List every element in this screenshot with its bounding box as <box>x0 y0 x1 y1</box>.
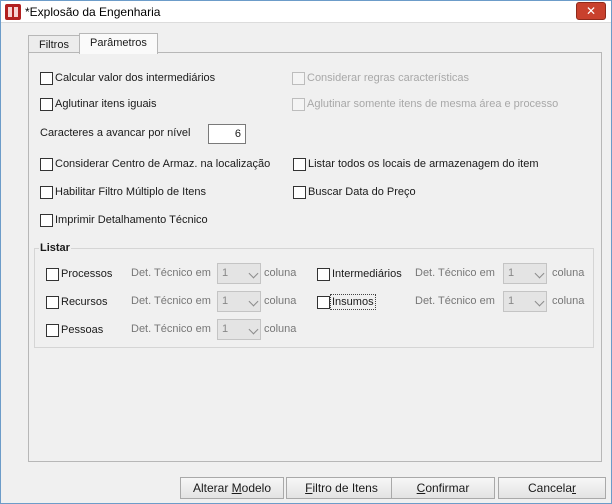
chevron-down-icon <box>248 296 259 307</box>
checkbox-box[interactable] <box>46 323 59 337</box>
checkbox-box[interactable] <box>317 267 330 281</box>
button-accel-key: r <box>572 481 577 495</box>
checkbox-box <box>292 97 305 111</box>
button-accel-key: M <box>231 481 242 495</box>
insumos-column-select: 1 <box>503 291 547 312</box>
tab-parametros[interactable]: Parâmetros <box>79 33 158 54</box>
imprimir-detalhamento-checkbox[interactable]: Imprimir Detalhamento Técnico <box>40 212 208 228</box>
imprimir-detalhamento-label: Imprimir Detalhamento Técnico <box>55 214 208 226</box>
processos-column-value: 1 <box>222 267 229 279</box>
checkbox-box <box>292 71 305 85</box>
aglutinar-mesma-area-label: Aglutinar somente itens de mesma área e … <box>307 98 559 110</box>
recursos-det-label: Det. Técnico em <box>131 295 211 307</box>
checkbox-box[interactable] <box>46 267 59 281</box>
button-text: Cancela <box>527 481 573 495</box>
listar-processos-label: Processos <box>61 268 113 280</box>
habilitar-filtro-checkbox[interactable]: Habilitar Filtro Múltiplo de Itens <box>40 184 206 200</box>
listar-pessoas-label: Pessoas <box>61 324 104 336</box>
confirmar-button[interactable]: Confirmar <box>391 477 495 499</box>
buscar-data-label: Buscar Data do Preço <box>308 186 416 198</box>
listar-recursos-checkbox[interactable]: Recursos <box>46 294 107 310</box>
insumos-coluna-label: coluna <box>552 295 585 307</box>
pessoas-det-label: Det. Técnico em <box>131 323 211 335</box>
recursos-column-select: 1 <box>217 291 261 312</box>
close-button[interactable]: ✕ <box>576 2 606 20</box>
checkbox-box[interactable] <box>46 295 59 309</box>
caracteres-input[interactable]: 6 <box>208 124 246 144</box>
aglutinar-mesma-area-checkbox: Aglutinar somente itens de mesma área e … <box>292 96 558 112</box>
title-bar: *Explosão da Engenharia ✕ <box>1 1 611 23</box>
processos-column-select: 1 <box>217 263 261 284</box>
checkbox-box[interactable] <box>293 185 306 199</box>
listar-processos-checkbox[interactable]: Processos <box>46 266 112 282</box>
checkbox-box[interactable] <box>40 71 53 85</box>
considerar-centro-checkbox[interactable]: Considerar Centro de Armaz. na localizaç… <box>40 156 270 172</box>
checkbox-box[interactable] <box>317 295 330 309</box>
button-text: onfirmar <box>425 481 470 495</box>
listar-insumos-label: Insumos <box>330 294 376 310</box>
chevron-down-icon <box>248 324 259 335</box>
checkbox-box[interactable] <box>40 157 53 171</box>
listar-group-title: Listar <box>39 242 71 254</box>
button-text: iltro de Itens <box>312 481 378 495</box>
habilitar-filtro-label: Habilitar Filtro Múltiplo de Itens <box>55 186 207 198</box>
cancelar-button[interactable]: Cancelar <box>498 477 606 499</box>
dialog-window: *Explosão da Engenharia ✕ Filtros Parâme… <box>0 0 612 504</box>
insumos-det-label: Det. Técnico em <box>415 295 495 307</box>
pessoas-column-value: 1 <box>222 323 229 335</box>
alterar-modelo-button[interactable]: Alterar Modelo <box>180 477 284 499</box>
considerar-regras-label: Considerar regras características <box>307 72 470 84</box>
listar-locais-label: Listar todos os locais de armazenagem do… <box>308 158 539 170</box>
listar-intermediarios-checkbox[interactable]: Intermediários <box>317 266 402 282</box>
pessoas-coluna-label: coluna <box>264 323 297 335</box>
buscar-data-checkbox[interactable]: Buscar Data do Preço <box>293 184 416 200</box>
intermediarios-column-value: 1 <box>508 267 515 279</box>
chevron-down-icon <box>534 268 545 279</box>
recursos-column-value: 1 <box>222 295 229 307</box>
intermediarios-column-select: 1 <box>503 263 547 284</box>
calcular-intermediarios-label: Calcular valor dos intermediários <box>55 72 216 84</box>
checkbox-box[interactable] <box>40 185 53 199</box>
checkbox-box[interactable] <box>40 97 53 111</box>
aglutinar-iguais-label: Aglutinar itens iguais <box>55 98 157 110</box>
processos-coluna-label: coluna <box>264 267 297 279</box>
button-text: Alterar <box>192 481 232 495</box>
calcular-intermediarios-checkbox[interactable]: Calcular valor dos intermediários <box>40 70 215 86</box>
listar-recursos-label: Recursos <box>61 296 108 308</box>
listar-insumos-checkbox[interactable]: Insumos <box>317 294 376 310</box>
window-title: *Explosão da Engenharia <box>25 5 161 19</box>
checkbox-box[interactable] <box>293 157 306 171</box>
pessoas-column-select: 1 <box>217 319 261 340</box>
listar-pessoas-checkbox[interactable]: Pessoas <box>46 322 103 338</box>
checkbox-box[interactable] <box>40 213 53 227</box>
considerar-centro-label: Considerar Centro de Armaz. na localizaç… <box>55 158 271 170</box>
filtro-itens-button[interactable]: Filtro de Itens <box>286 477 397 499</box>
button-text: odelo <box>241 481 272 495</box>
app-logo-icon <box>5 4 21 20</box>
insumos-column-value: 1 <box>508 295 515 307</box>
intermediarios-det-label: Det. Técnico em <box>415 267 495 279</box>
considerar-regras-checkbox: Considerar regras características <box>292 70 469 86</box>
processos-det-label: Det. Técnico em <box>131 267 211 279</box>
listar-locais-checkbox[interactable]: Listar todos os locais de armazenagem do… <box>293 156 539 172</box>
aglutinar-iguais-checkbox[interactable]: Aglutinar itens iguais <box>40 96 157 112</box>
chevron-down-icon <box>248 268 259 279</box>
caracteres-label: Caracteres a avancar por nível <box>40 127 191 139</box>
listar-intermediarios-label: Intermediários <box>332 268 402 280</box>
recursos-coluna-label: coluna <box>264 295 297 307</box>
chevron-down-icon <box>534 296 545 307</box>
intermediarios-coluna-label: coluna <box>552 267 585 279</box>
